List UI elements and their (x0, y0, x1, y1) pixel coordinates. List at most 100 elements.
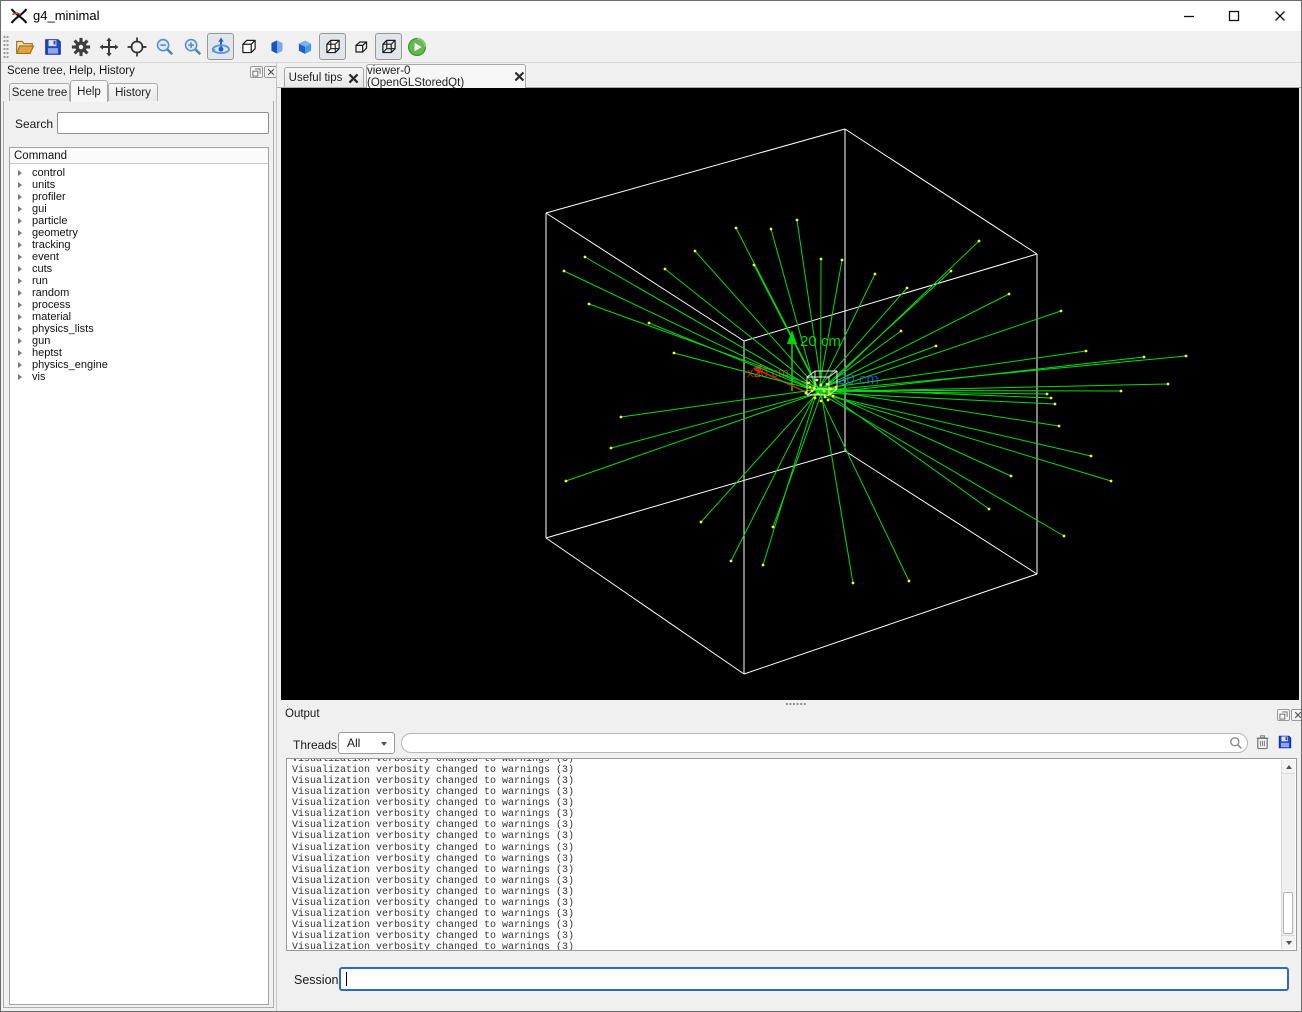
expand-caret-icon[interactable] (18, 194, 22, 200)
left-dock-float-button[interactable] (250, 66, 263, 78)
tree-item-material[interactable]: material (10, 311, 268, 323)
output-dock-float-button[interactable] (1277, 709, 1290, 721)
tree-item-label: gui (32, 203, 47, 215)
wireframe-style-button[interactable] (235, 33, 262, 60)
expand-caret-icon[interactable] (18, 290, 22, 296)
expand-caret-icon[interactable] (18, 230, 22, 236)
orthographic-view-button[interactable] (375, 33, 402, 60)
tree-item-heptst[interactable]: heptst (10, 347, 268, 359)
hit-point (1166, 382, 1170, 386)
expand-caret-icon[interactable] (18, 254, 22, 260)
tree-item-random[interactable]: random (10, 287, 268, 299)
tree-item-physics_engine[interactable]: physics_engine (10, 359, 268, 371)
scrollbar-thumb[interactable] (1283, 892, 1293, 934)
scroll-down-button[interactable] (1282, 935, 1295, 949)
move-icon (99, 37, 118, 56)
tab-close-icon[interactable] (348, 73, 359, 84)
tree-item-gun[interactable]: gun (10, 335, 268, 347)
search-input[interactable] (57, 112, 269, 134)
output-dock-close-button[interactable] (1291, 709, 1301, 721)
log-view[interactable]: Visualization verbosity changed to warni… (286, 758, 1297, 951)
expand-caret-icon[interactable] (18, 338, 22, 344)
scroll-up-button[interactable] (1282, 760, 1295, 774)
zoom-out-button[interactable] (151, 33, 178, 60)
expand-caret-icon[interactable] (18, 242, 22, 248)
hit-point (663, 267, 667, 271)
run-beam-button[interactable] (403, 33, 430, 60)
threads-selected-value: All (347, 736, 361, 750)
command-tree[interactable]: Command control units profiler gui particle g… (9, 147, 269, 1005)
tree-item-control[interactable]: control (10, 167, 268, 179)
save-log-button[interactable] (1275, 732, 1294, 752)
zoom-in-button[interactable] (179, 33, 206, 60)
tree-item-process[interactable]: process (10, 299, 268, 311)
tree-item-physics_lists[interactable]: physics_lists (10, 323, 268, 335)
tree-header[interactable]: Command (10, 148, 268, 164)
log-scrollbar[interactable] (1281, 760, 1295, 949)
tree-item-units[interactable]: units (10, 179, 268, 191)
expand-caret-icon[interactable] (18, 182, 22, 188)
hit-point (1184, 354, 1188, 358)
hit-point (840, 258, 844, 262)
hit-point (672, 351, 676, 355)
hit-point (949, 269, 953, 273)
toolbar-grip[interactable] (3, 35, 9, 59)
expand-caret-icon[interactable] (18, 278, 22, 284)
expand-caret-icon[interactable] (18, 218, 22, 224)
expand-caret-icon[interactable] (18, 326, 22, 332)
open-button[interactable] (11, 33, 38, 60)
hit-point (1142, 355, 1146, 359)
solid-style-button[interactable] (291, 33, 318, 60)
tree-item-label: process (32, 299, 71, 311)
expand-caret-icon[interactable] (18, 374, 22, 380)
expand-caret-icon[interactable] (18, 314, 22, 320)
log-line: Visualization verbosity changed to warni… (292, 820, 575, 832)
tab-useful-tips[interactable]: Useful tips (284, 67, 364, 88)
perspective-view-button[interactable] (347, 33, 374, 60)
tree-item-particle[interactable]: particle (10, 215, 268, 227)
expand-caret-icon[interactable] (18, 350, 22, 356)
threads-combobox[interactable]: All (338, 732, 395, 754)
close-button[interactable] (1264, 5, 1296, 27)
move-button[interactable] (95, 33, 122, 60)
tree-item-event[interactable]: event (10, 251, 268, 263)
expand-caret-icon[interactable] (18, 362, 22, 368)
maximize-button[interactable] (1218, 5, 1250, 27)
splitter-handle[interactable] (785, 702, 807, 706)
tab-history[interactable]: History (108, 83, 158, 102)
rotate-button[interactable] (207, 33, 234, 60)
log-filter-input[interactable] (401, 733, 1248, 753)
expand-caret-icon[interactable] (18, 170, 22, 176)
tab-close-icon[interactable] (514, 71, 525, 82)
settings-button[interactable] (67, 33, 94, 60)
tree-item-gui[interactable]: gui (10, 203, 268, 215)
hit-point (1109, 479, 1113, 483)
tree-item-tracking[interactable]: tracking (10, 239, 268, 251)
expand-caret-icon[interactable] (18, 302, 22, 308)
minimize-button[interactable] (1173, 5, 1205, 27)
minimize-icon (1184, 15, 1194, 18)
dock-separator[interactable] (276, 63, 277, 1011)
pick-center-button[interactable] (123, 33, 150, 60)
session-input[interactable] (339, 967, 1289, 991)
hit-point (831, 394, 835, 398)
log-line: Visualization verbosity changed to warni… (292, 758, 575, 765)
hlr-wireframe-style-button[interactable] (319, 33, 346, 60)
tree-item-run[interactable]: run (10, 275, 268, 287)
tree-item-geometry[interactable]: geometry (10, 227, 268, 239)
tree-item-profiler[interactable]: profiler (10, 191, 268, 203)
tree-item-label: geometry (32, 227, 78, 239)
tree-item-cuts[interactable]: cuts (10, 263, 268, 275)
expand-caret-icon[interactable] (18, 206, 22, 212)
hidden-line-removal-button[interactable] (263, 33, 290, 60)
tree-item-label: profiler (32, 191, 66, 203)
save-button[interactable] (39, 33, 66, 60)
tree-item-vis[interactable]: vis (10, 371, 268, 383)
gl-viewport[interactable]: 20 cmx20 cm20 cm (281, 88, 1299, 700)
particle-track (821, 293, 1010, 390)
tab-help[interactable]: Help (70, 80, 108, 102)
tab-scene-tree[interactable]: Scene tree (9, 83, 70, 102)
tab-viewer-0[interactable]: viewer-0 (OpenGLStoredQt) (366, 64, 526, 89)
clear-log-button[interactable] (1254, 732, 1271, 752)
expand-caret-icon[interactable] (18, 266, 22, 272)
